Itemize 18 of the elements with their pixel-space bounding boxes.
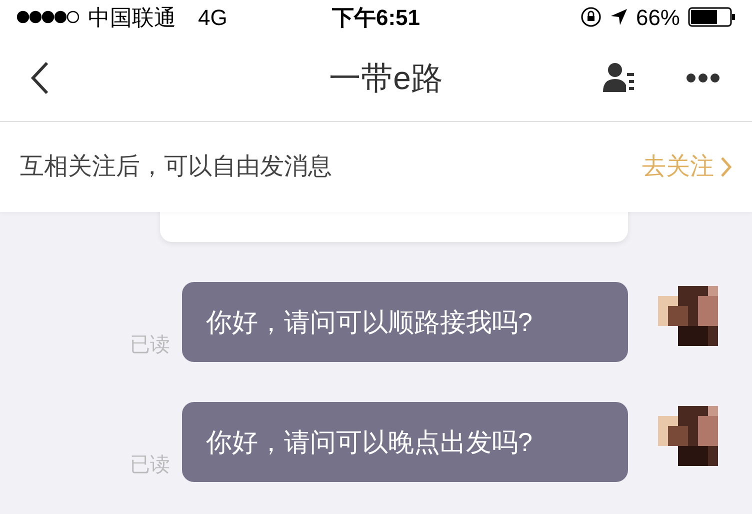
read-receipt: 已读 (130, 453, 170, 478)
battery-percentage: 66% (636, 4, 680, 32)
follow-hint: 互相关注后，可以自由发消息 (20, 152, 333, 182)
location-icon (610, 8, 628, 26)
signal-icon (16, 10, 80, 24)
chevron-icon (720, 156, 732, 178)
follow-link[interactable]: 去关注 (642, 149, 732, 185)
read-receipt: 已读 (130, 333, 170, 358)
contact-profile-icon[interactable] (602, 60, 636, 94)
more-icon[interactable] (686, 72, 720, 84)
message-bubble: 你好，请问可以晚点出发吗? (182, 402, 628, 482)
network-type: 4G (198, 4, 228, 32)
chat-title: 一带e路 (329, 58, 443, 98)
carrier-name: 中国联通 (88, 4, 176, 32)
battery-icon (688, 7, 736, 27)
clock: 下午6:51 (332, 4, 420, 32)
message-bubble: 你好，请问可以顺路接我吗? (182, 282, 628, 362)
rotation-lock-icon (580, 6, 602, 28)
